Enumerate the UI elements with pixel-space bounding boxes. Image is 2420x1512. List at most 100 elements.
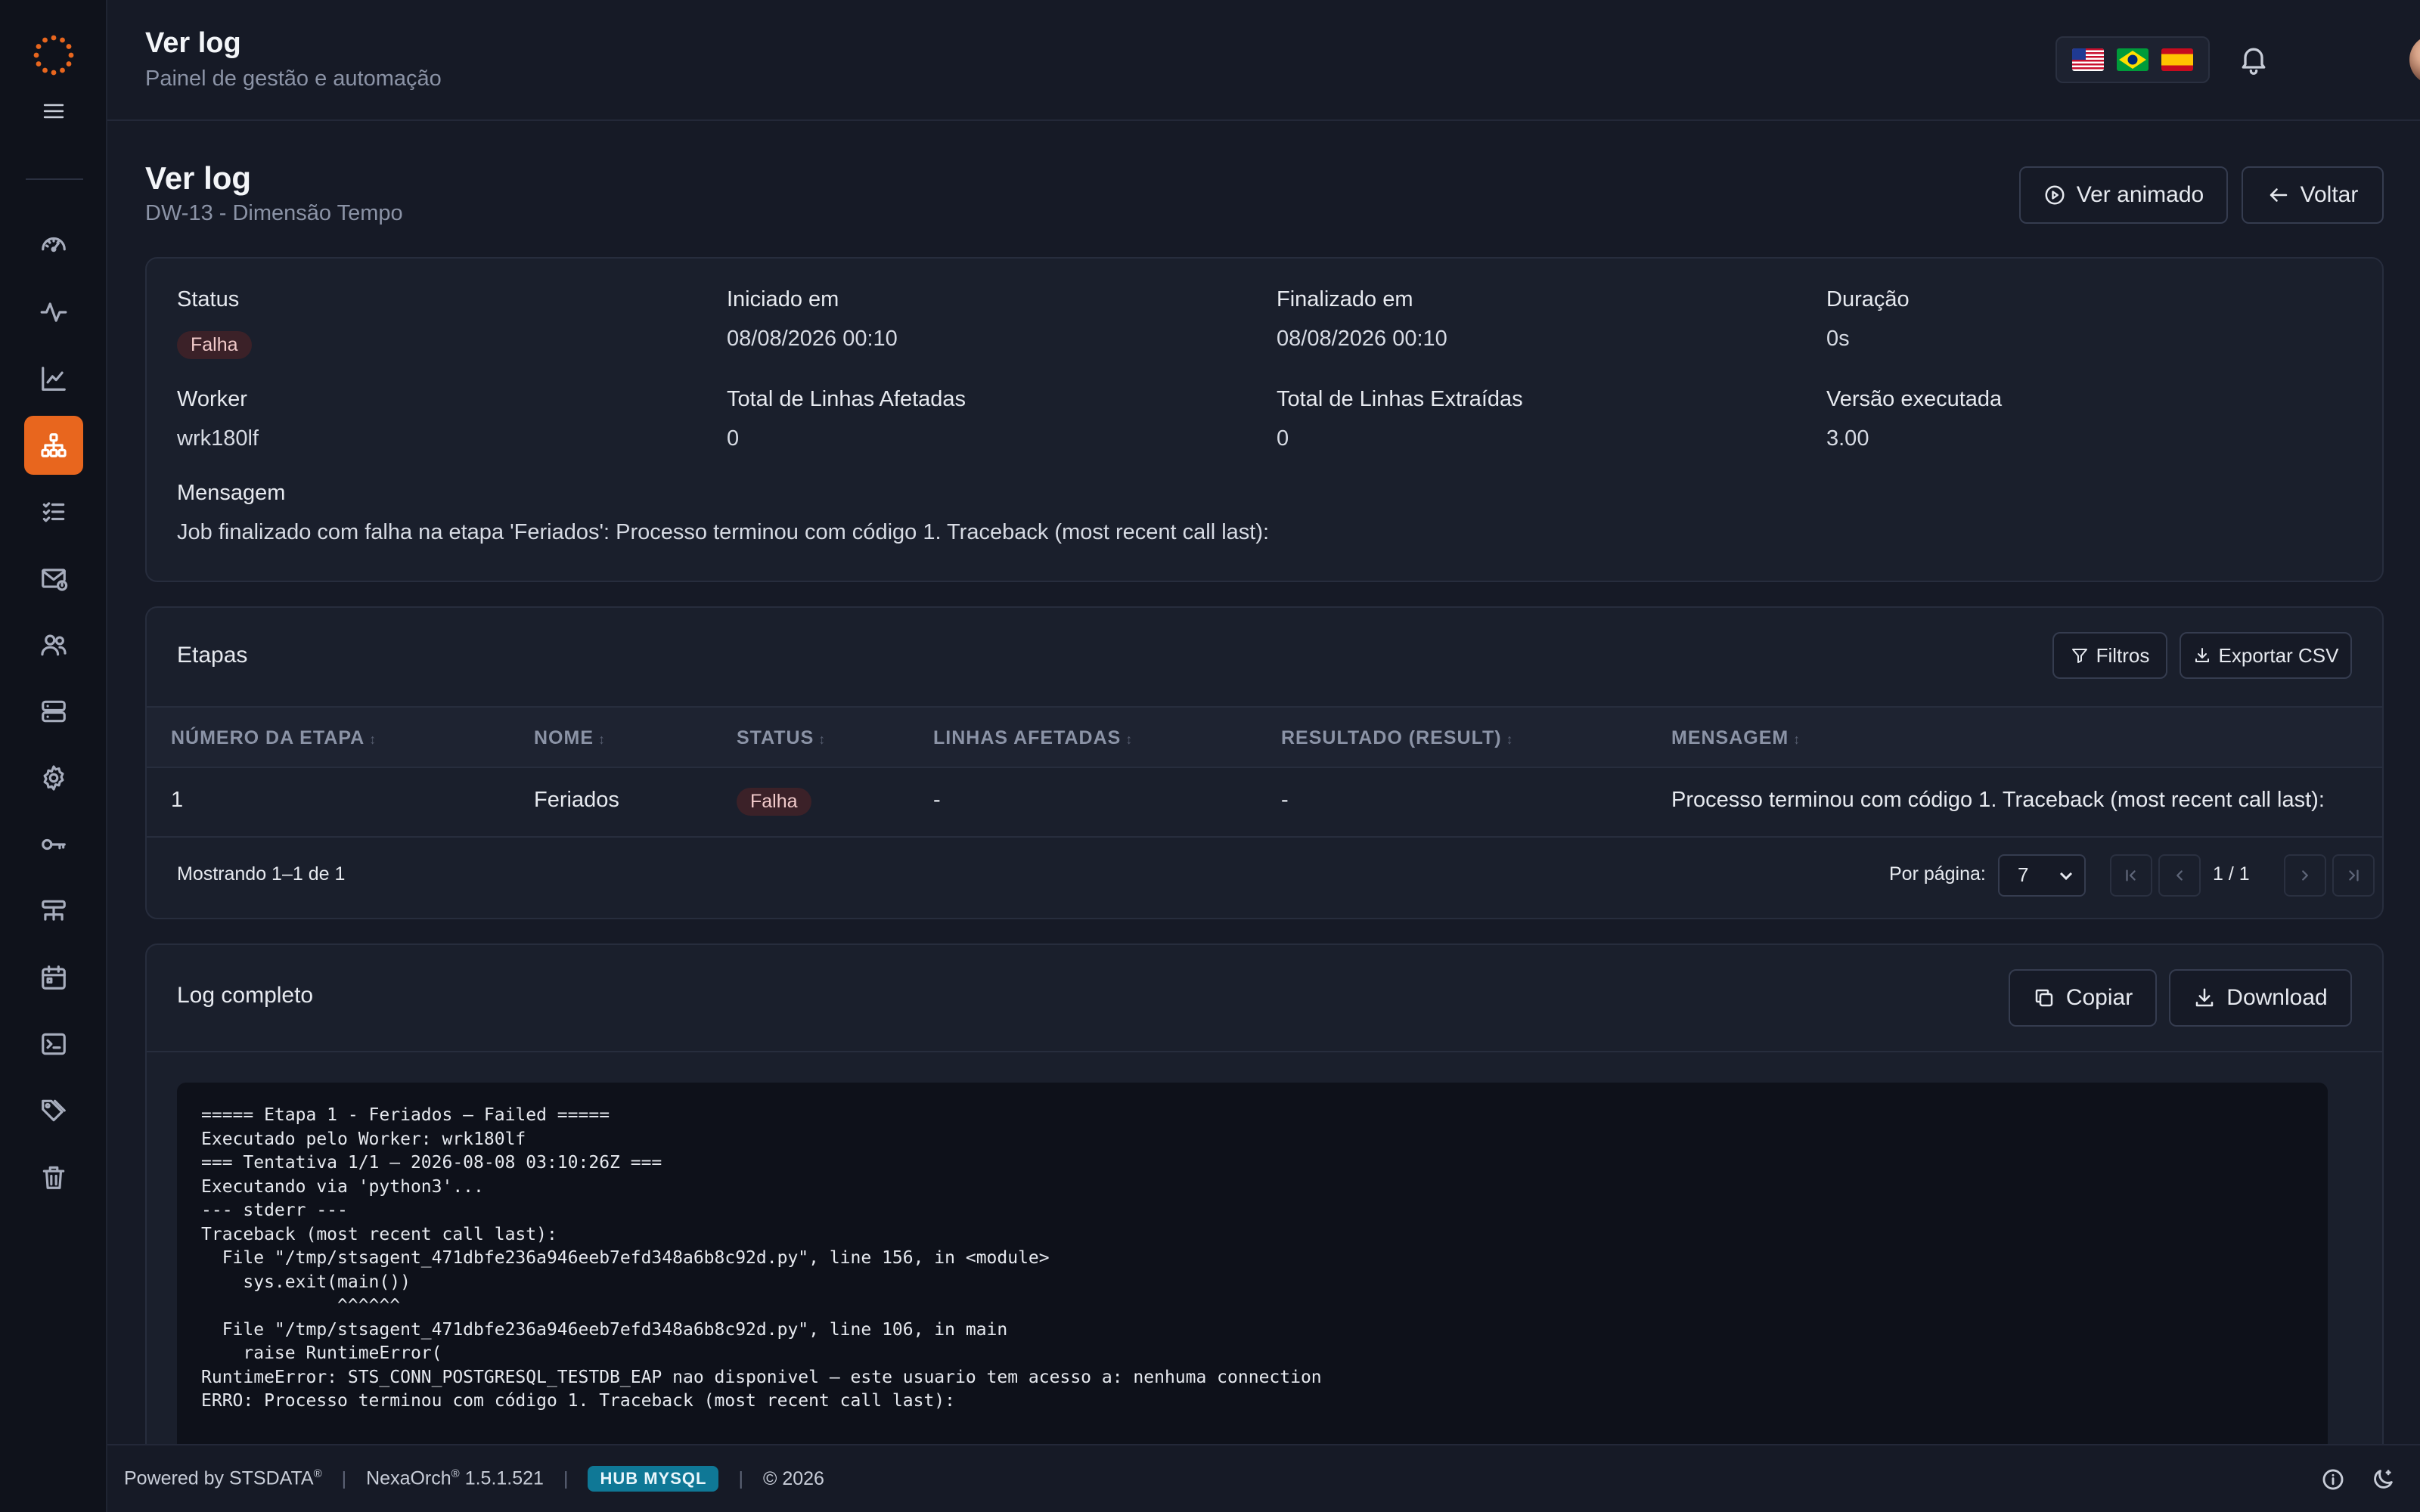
moon-icon (2374, 1470, 2393, 1489)
column-header-result[interactable]: RESULTADO (RESULT) ↕ (1281, 727, 1514, 749)
cell-message: Processo terminou com código 1. Tracebac… (1671, 788, 2325, 812)
cell-status-badge: Falha (737, 788, 811, 816)
column-header-label: NOME (534, 727, 594, 748)
user-avatar[interactable] (2409, 35, 2420, 85)
chevrons-first-icon (2126, 869, 2136, 881)
started-value: 08/08/2026 00:10 (727, 327, 898, 351)
download-icon (2196, 988, 2214, 1007)
product-name: NexaOrch (366, 1467, 451, 1489)
column-header-label: STATUS (737, 727, 814, 748)
previous-page-button[interactable] (2158, 854, 2201, 897)
download-icon (2195, 648, 2209, 662)
sort-icon: ↕ (1793, 732, 1801, 747)
version-text: 1.5.1.521 (464, 1467, 544, 1489)
copy-label: Copiar (2065, 985, 2133, 1010)
sidebar-item-dashboard[interactable] (24, 216, 83, 275)
back-button[interactable]: Voltar (2242, 166, 2384, 224)
sidebar-item-settings[interactable] (24, 748, 83, 807)
logo-icon[interactable] (33, 35, 74, 76)
sidebar-item-charts[interactable] (24, 349, 83, 408)
first-page-button[interactable] (2110, 854, 2152, 897)
dashboard-icon (42, 237, 66, 253)
app-subtitle: Painel de gestão e automação (145, 67, 442, 91)
flag-es-icon[interactable] (2161, 48, 2193, 71)
column-header-message[interactable]: MENSAGEM ↕ (1671, 727, 1801, 749)
footer-separator: | (341, 1467, 347, 1489)
sidebar-item-connections[interactable] (24, 881, 83, 940)
list-icon (42, 502, 65, 522)
extracted-rows-value: 0 (1277, 426, 1289, 451)
footer-separator: | (738, 1467, 743, 1489)
sidebar-item-trash[interactable] (24, 1148, 83, 1207)
last-page-button[interactable] (2332, 854, 2375, 897)
filter-icon (2071, 649, 2087, 663)
column-header-label: RESULTADO (RESULT) (1281, 727, 1502, 748)
duration-value: 0s (1826, 327, 1850, 351)
cell-result: - (1281, 788, 1289, 812)
view-animated-button[interactable]: Ver animado (2019, 166, 2228, 224)
download-button[interactable]: Download (2169, 969, 2352, 1027)
server-icon (42, 700, 66, 723)
started-label: Iniciado em (727, 287, 839, 311)
powered-by-text: Powered by STSDATA (124, 1467, 314, 1489)
chart-line-icon (42, 367, 66, 391)
footer: Powered by STSDATA® | NexaOrch® 1.5.1.52… (107, 1444, 2420, 1512)
per-page-label: Por página: (1889, 863, 1986, 885)
finished-value: 08/08/2026 00:10 (1277, 327, 1447, 351)
sidebar-item-tags[interactable] (24, 1081, 83, 1140)
version-label: Versão executada (1826, 387, 2003, 411)
affected-rows-label: Total de Linhas Afetadas (727, 387, 966, 411)
sort-icon: ↕ (1506, 732, 1514, 747)
flag-us-icon[interactable] (2072, 48, 2105, 71)
hub-badge: HUB MYSQL (588, 1466, 719, 1492)
sidebar-item-keys[interactable] (24, 815, 83, 874)
language-switcher (2055, 36, 2210, 83)
menu-toggle-icon[interactable] (42, 103, 65, 119)
back-label: Voltar (2300, 182, 2359, 207)
sidebar-item-servers[interactable] (24, 682, 83, 741)
sidebar-item-workflows[interactable] (24, 416, 83, 475)
column-header-step-number[interactable]: NÚMERO DA ETAPA ↕ (171, 727, 377, 749)
arrow-left-icon (2270, 188, 2287, 202)
sidebar-item-terminal[interactable] (24, 1015, 83, 1074)
play-circle-icon (2045, 185, 2065, 205)
sidebar-item-users[interactable] (24, 615, 83, 674)
version-value: 3.00 (1826, 426, 1869, 451)
table-row[interactable]: 1 Feriados Falha - - Processo terminou c… (147, 768, 2382, 836)
message-value: Job finalizado com falha na etapa 'Feria… (177, 520, 1270, 544)
topbar: Ver log Painel de gestão e automação (107, 0, 2420, 121)
next-page-button[interactable] (2284, 854, 2326, 897)
theme-toggle-button[interactable] (2370, 1467, 2396, 1492)
steps-pagination: Mostrando 1–1 de 1 Por página: 7 1 / 1 (147, 836, 2382, 915)
key-icon (42, 838, 66, 850)
copy-button[interactable]: Copiar (2009, 969, 2157, 1027)
column-header-affected-rows[interactable]: LINHAS AFETADAS ↕ (933, 727, 1133, 749)
export-csv-button[interactable]: Exportar CSV (2180, 632, 2352, 679)
column-header-name[interactable]: NOME ↕ (534, 727, 606, 749)
worker-value: wrk180lf (177, 426, 259, 451)
info-button[interactable] (2320, 1467, 2346, 1492)
column-header-label: MENSAGEM (1671, 727, 1789, 748)
per-page-select[interactable]: 7 (1998, 854, 2086, 897)
info-icon (2322, 1469, 2344, 1490)
sidebar-item-list[interactable] (24, 482, 83, 541)
flag-br-icon[interactable] (2116, 48, 2149, 71)
page-subtitle: DW-13 - Dimensão Tempo (145, 201, 403, 225)
finished-label: Finalizado em (1277, 287, 1413, 311)
page-indicator: 1 / 1 (2213, 863, 2250, 885)
notifications-bell-icon[interactable] (2237, 42, 2270, 76)
cell-name: Feriados (534, 788, 619, 812)
chevron-down-icon (2059, 872, 2073, 881)
footer-separator: | (563, 1467, 569, 1489)
log-output[interactable]: ===== Etapa 1 - Feriados — Failed ===== … (177, 1083, 2328, 1461)
sidebar-item-calendar[interactable] (24, 948, 83, 1007)
sidebar-divider (26, 178, 83, 180)
summary-card: Status Falha Iniciado em 08/08/2026 00:1… (145, 257, 2384, 582)
sidebar-item-mail[interactable] (24, 549, 83, 608)
filters-button[interactable]: Filtros (2052, 632, 2167, 679)
sidebar-item-activity[interactable] (24, 283, 83, 342)
column-header-status[interactable]: STATUS ↕ (737, 727, 826, 749)
users-icon (41, 634, 67, 656)
cell-step-number: 1 (171, 788, 184, 812)
extracted-rows-label: Total de Linhas Extraídas (1277, 387, 1523, 411)
